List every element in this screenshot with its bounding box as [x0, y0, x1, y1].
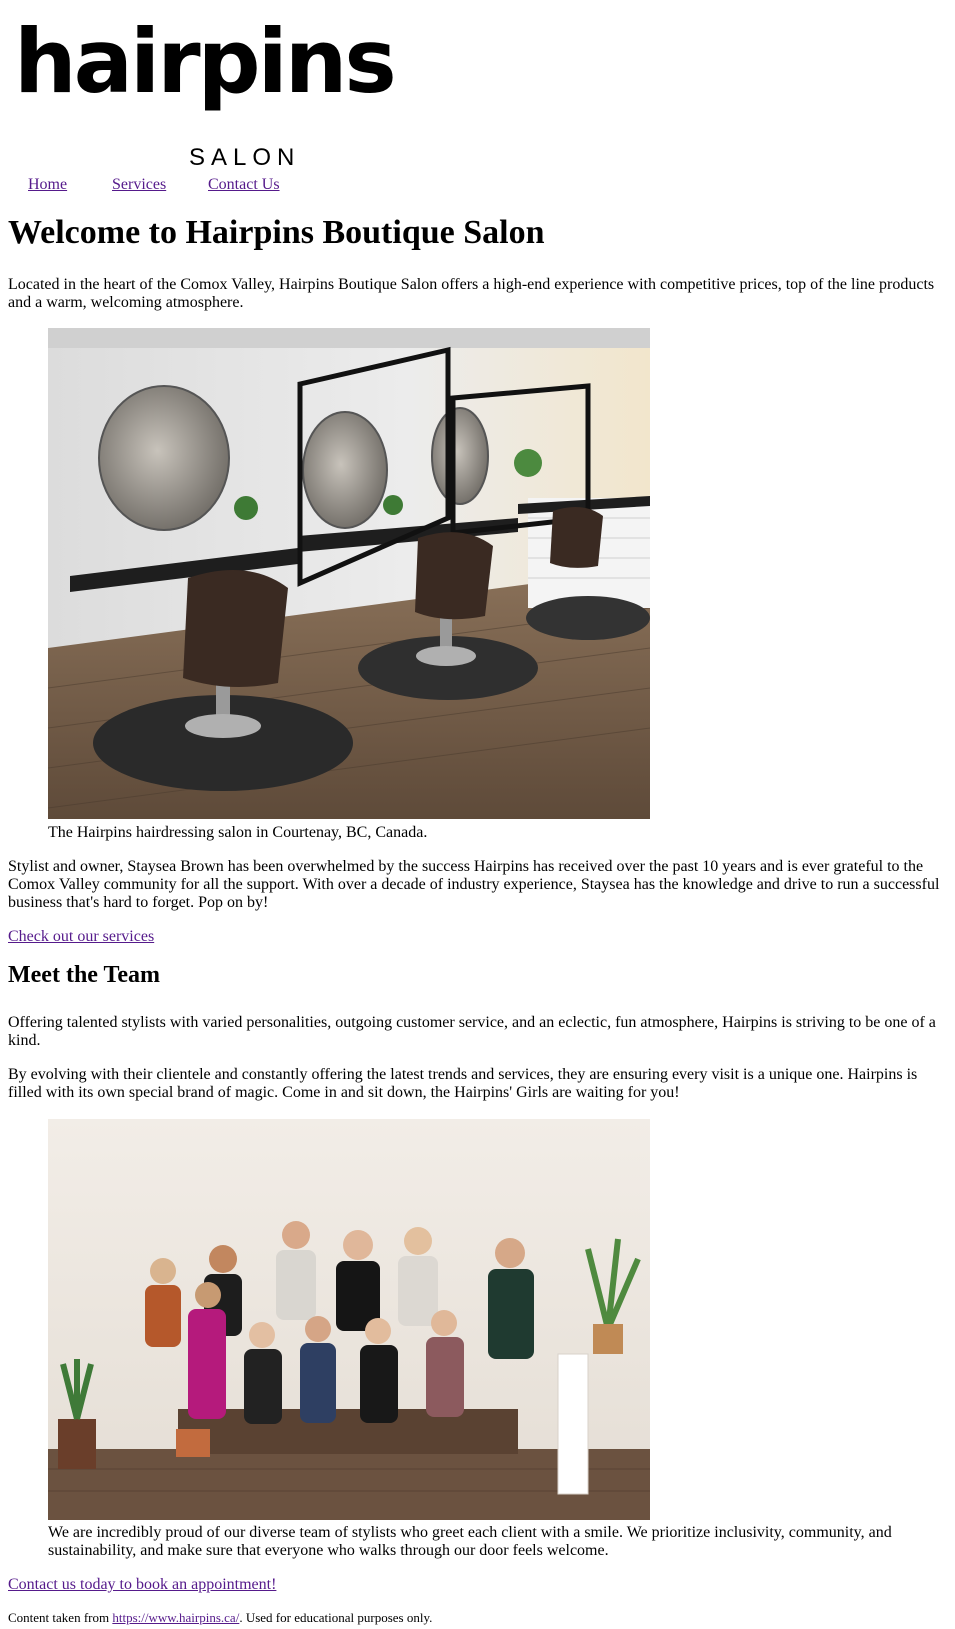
site-logo: hairpins SALON [14, 12, 397, 172]
nav-link-services[interactable]: Services [112, 176, 166, 194]
salon-interior-photo [48, 328, 650, 819]
footer-note: Content taken from https://www.hairpins.… [8, 1610, 432, 1626]
intro-paragraph: Located in the heart of the Comox Valley… [8, 276, 935, 311]
logo-subtitle: SALON [189, 144, 301, 171]
team-paragraph-1: Offering talented stylists with varied p… [8, 1014, 936, 1049]
team-photo [48, 1119, 650, 1520]
team-heading: Meet the Team [8, 962, 160, 988]
book-appointment-link[interactable]: Contact us today to book an appointment! [8, 1576, 276, 1594]
nav-link-home[interactable]: Home [28, 176, 67, 194]
footer-source-link[interactable]: https://www.hairpins.ca/ [112, 1610, 239, 1625]
logo-wordmark: hairpins [14, 10, 397, 113]
salon-photo-caption: The Hairpins hairdressing salon in Court… [48, 824, 428, 841]
footer-prefix: Content taken from [8, 1610, 113, 1625]
team-paragraph-2: By evolving with their clientele and con… [8, 1066, 918, 1101]
services-link[interactable]: Check out our services [8, 928, 154, 946]
footer-suffix: . Used for educational purposes only. [239, 1610, 433, 1625]
owner-paragraph: Stylist and owner, Staysea Brown has bee… [8, 858, 940, 911]
team-photo-caption: We are incredibly proud of our diverse t… [48, 1524, 892, 1559]
page-title: Welcome to Hairpins Boutique Salon [8, 214, 545, 251]
nav-link-contact[interactable]: Contact Us [208, 176, 280, 194]
